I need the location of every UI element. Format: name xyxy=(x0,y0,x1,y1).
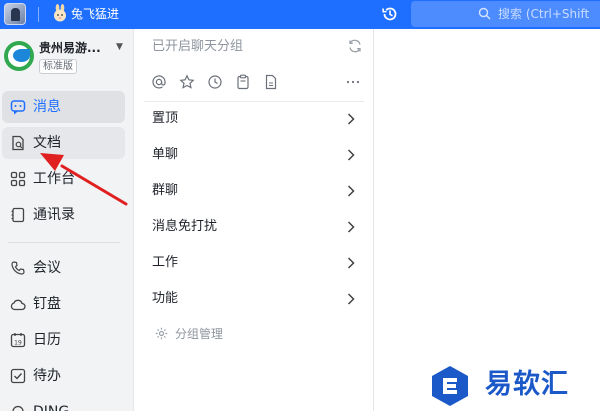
sidebar-item-label: 钉盘 xyxy=(33,296,61,312)
at-icon[interactable] xyxy=(151,74,167,90)
search-icon xyxy=(478,7,491,20)
watermark-logo xyxy=(432,366,468,406)
chevron-right-icon xyxy=(347,257,355,269)
chevron-down-icon[interactable]: ▼ xyxy=(116,42,123,52)
panel-title: 已开启聊天分组 xyxy=(152,39,244,54)
clock-icon[interactable] xyxy=(207,74,223,90)
group-item-label: 功能 xyxy=(152,291,179,306)
org-name[interactable]: 贵州易游... xyxy=(39,40,101,56)
rabbit-icon xyxy=(54,4,66,22)
star-icon[interactable] xyxy=(179,74,195,90)
gear-icon xyxy=(155,327,168,340)
title-bar-divider xyxy=(38,7,39,22)
group-manage-button[interactable]: 分组管理 xyxy=(155,325,275,343)
group-item-label: 单聊 xyxy=(152,147,179,162)
sidebar: 贵州易游... ▼ 标准版 消息 文档 工作台 通讯录 会议 钉盘 19 日历 … xyxy=(0,29,134,411)
group-item-label: 置顶 xyxy=(152,111,179,126)
more-icon[interactable] xyxy=(345,74,361,90)
sidebar-item-ding[interactable]: DING xyxy=(2,396,125,411)
sidebar-item-label: 日历 xyxy=(33,332,61,348)
sidebar-item-messages[interactable]: 消息 xyxy=(2,91,125,123)
sidebar-item-label: 待办 xyxy=(33,368,61,384)
sidebar-item-docs[interactable]: 文档 xyxy=(2,127,125,159)
calendar-icon: 19 xyxy=(10,333,26,348)
user-avatar[interactable] xyxy=(4,3,26,25)
clipboard-icon[interactable] xyxy=(235,74,251,90)
sidebar-item-label: DING xyxy=(33,403,69,411)
group-item-functions[interactable]: 功能 xyxy=(135,282,374,318)
message-icon xyxy=(10,100,26,115)
title-bar: 兔飞猛进 搜索 (Ctrl+Shift xyxy=(0,0,600,29)
ding-icon xyxy=(12,405,24,411)
sidebar-item-contacts[interactable]: 通讯录 xyxy=(2,199,125,231)
svg-text:19: 19 xyxy=(14,339,22,346)
history-icon[interactable] xyxy=(381,5,399,23)
contacts-icon xyxy=(11,207,25,223)
sidebar-item-drive[interactable]: 钉盘 xyxy=(2,288,125,320)
sidebar-item-label: 通讯录 xyxy=(33,207,75,223)
sidebar-item-calendar[interactable]: 19 日历 xyxy=(2,324,125,356)
sidebar-item-workbench[interactable]: 工作台 xyxy=(2,163,125,195)
group-item-pinned[interactable]: 置顶 xyxy=(135,102,374,138)
group-item-work[interactable]: 工作 xyxy=(135,246,374,282)
chevron-right-icon xyxy=(347,113,355,125)
group-item-label: 群聊 xyxy=(152,183,179,198)
group-manage-label: 分组管理 xyxy=(175,327,224,341)
grid-icon xyxy=(10,171,26,187)
chevron-right-icon xyxy=(347,293,355,305)
watermark-text: 易软汇 xyxy=(485,369,569,400)
edition-badge: 标准版 xyxy=(39,59,77,74)
cloud-drive-icon xyxy=(10,299,26,311)
group-item-single-chat[interactable]: 单聊 xyxy=(135,138,374,174)
group-item-label: 消息免打扰 xyxy=(152,219,218,234)
search-input[interactable]: 搜索 (Ctrl+Shift xyxy=(411,1,600,27)
chat-group-panel: 已开启聊天分组 置顶 单聊 群聊 消息免打扰 工作 功能 分组管理 xyxy=(135,29,374,411)
file-icon[interactable] xyxy=(263,74,279,90)
sidebar-item-todo[interactable]: 待办 xyxy=(2,360,125,392)
refresh-icon[interactable] xyxy=(347,38,363,54)
chevron-right-icon xyxy=(347,185,355,197)
document-icon xyxy=(12,135,24,151)
sidebar-item-label: 文档 xyxy=(33,135,61,151)
sidebar-divider xyxy=(8,242,120,243)
chevron-right-icon xyxy=(347,149,355,161)
group-item-label: 工作 xyxy=(152,255,179,270)
group-item-group-chat[interactable]: 群聊 xyxy=(135,174,374,210)
sidebar-item-label: 工作台 xyxy=(33,171,75,187)
sidebar-item-label: 会议 xyxy=(33,260,61,276)
chevron-right-icon xyxy=(347,221,355,233)
window-title: 兔飞猛进 xyxy=(71,7,120,21)
phone-icon xyxy=(11,261,25,275)
sidebar-item-meeting[interactable]: 会议 xyxy=(2,252,125,284)
org-logo[interactable] xyxy=(4,41,34,71)
group-item-do-not-disturb[interactable]: 消息免打扰 xyxy=(135,210,374,246)
sidebar-item-label: 消息 xyxy=(33,99,61,115)
filter-toolbar xyxy=(149,72,369,92)
todo-icon xyxy=(10,368,26,384)
search-placeholder: 搜索 (Ctrl+Shift xyxy=(498,7,590,21)
